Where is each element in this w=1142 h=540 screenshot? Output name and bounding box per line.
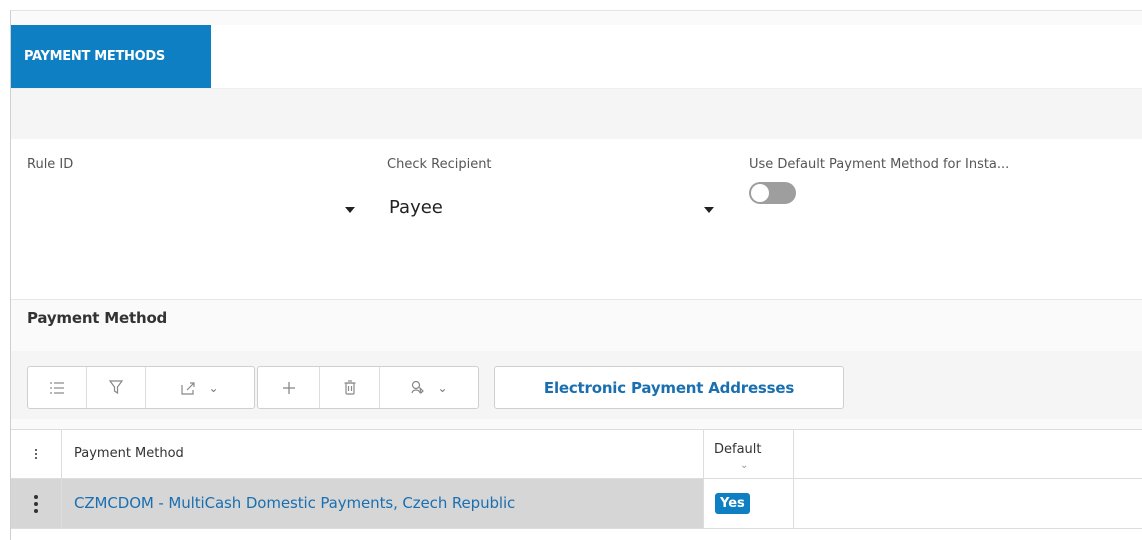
toolbar-group-edit: ⌄: [257, 366, 479, 409]
check-recipient-dropdown-icon[interactable]: [704, 207, 714, 213]
tab-bar: PAYMENT METHODS: [11, 25, 1142, 89]
rule-id-dropdown-icon[interactable]: [345, 207, 355, 213]
window-frame: PAYMENT METHODS Rule ID Check Recipient …: [10, 10, 1142, 540]
tab-payment-methods[interactable]: PAYMENT METHODS: [11, 25, 211, 88]
kebab-icon: [11, 479, 61, 528]
use-default-label: Use Default Payment Method for Insta...: [749, 157, 1010, 172]
header-strip: [11, 89, 1142, 139]
rule-form: Rule ID Check Recipient Payee Use Defaul…: [11, 139, 1142, 299]
payment-method-cell[interactable]: CZMCDOM - MultiCash Domestic Payments, C…: [62, 479, 704, 528]
delete-icon: [344, 380, 355, 395]
default-badge: Yes: [715, 493, 750, 514]
add-row-button[interactable]: [258, 367, 320, 408]
kebab-icon: [11, 430, 61, 478]
actions-button[interactable]: ⌄: [380, 367, 478, 408]
column-header-label: Payment Method: [74, 446, 184, 461]
column-chooser-icon: [50, 381, 64, 394]
column-header-default[interactable]: Default ⌄: [704, 430, 794, 478]
column-header-label: Default: [714, 442, 762, 457]
section-title: Payment Method: [27, 309, 168, 327]
chevron-down-icon: ⌄: [437, 380, 448, 395]
chevron-down-icon: ⌄: [208, 380, 219, 395]
tab-label: PAYMENT METHODS: [24, 49, 165, 64]
payment-method-link[interactable]: CZMCDOM - MultiCash Domestic Payments, C…: [74, 494, 515, 512]
row-menu-header[interactable]: [11, 430, 62, 478]
rule-id-label: Rule ID: [27, 157, 74, 172]
filter-icon: [109, 380, 123, 395]
export-icon: [181, 381, 196, 395]
check-recipient-label: Check Recipient: [387, 157, 492, 172]
check-recipient-select[interactable]: Payee: [387, 179, 727, 219]
divider: [11, 299, 1142, 300]
filter-button[interactable]: [87, 367, 146, 408]
grid-header: Payment Method Default ⌄: [11, 429, 1142, 479]
table-row[interactable]: CZMCDOM - MultiCash Domestic Payments, C…: [11, 479, 1142, 529]
toolbar-group-view: ⌄: [27, 366, 255, 409]
column-chooser-button[interactable]: [28, 367, 87, 408]
toggle-knob: [751, 184, 769, 202]
sort-chevron-icon: ⌄: [740, 460, 749, 471]
export-button[interactable]: ⌄: [146, 367, 254, 408]
electronic-payment-addresses-button[interactable]: Electronic Payment Addresses: [494, 366, 844, 409]
delete-row-button[interactable]: [320, 367, 380, 408]
default-cell[interactable]: Yes: [704, 479, 794, 528]
use-default-toggle[interactable]: [749, 182, 796, 204]
row-menu-cell[interactable]: [11, 479, 62, 528]
check-recipient-value: Payee: [389, 197, 443, 218]
actions-icon: [411, 380, 425, 395]
payment-method-grid: Payment Method Default ⌄ CZMCDOM - Multi…: [11, 429, 1142, 540]
add-icon: [282, 381, 295, 394]
column-header-payment-method[interactable]: Payment Method: [62, 430, 704, 478]
rule-id-select[interactable]: [27, 179, 367, 219]
